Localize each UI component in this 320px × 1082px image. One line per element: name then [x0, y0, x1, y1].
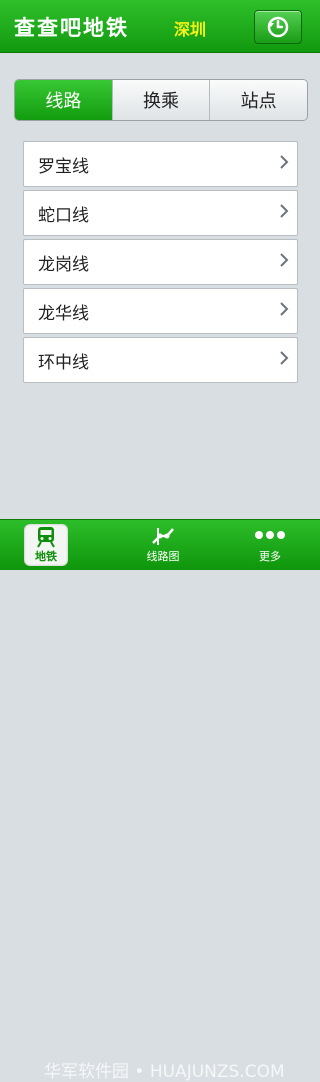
line-list: 罗宝线 蛇口线 龙岗线 龙华线 环中线 [23, 141, 298, 386]
tabbar-line-map-label: 线路图 [146, 550, 180, 563]
chevron-right-icon [280, 204, 289, 218]
tab-stations[interactable]: 站点 [209, 80, 307, 120]
more-dots-icon [255, 531, 285, 539]
tab-lines[interactable]: 线路 [15, 80, 112, 120]
line-map-icon [152, 528, 174, 545]
tabbar-metro-label: 地铁 [35, 550, 57, 563]
chevron-right-icon [280, 253, 289, 267]
watermark: 华军软件园 • HUAJUNZS.COM [44, 1062, 285, 1082]
line-item-longhua[interactable]: 龙华线 [23, 288, 298, 334]
chevron-right-icon [280, 351, 289, 365]
sync-button[interactable] [254, 10, 302, 44]
tab-transfer[interactable]: 换乘 [111, 80, 210, 120]
tabbar-more-label: 更多 [259, 550, 281, 563]
app-title: 查查吧地铁 [14, 16, 129, 40]
tabbar-metro[interactable]: 地铁 [24, 520, 68, 570]
chevron-right-icon [280, 155, 289, 169]
line-label: 罗宝线 [38, 156, 89, 177]
city-selector[interactable]: 深圳 [174, 16, 206, 40]
tabbar-line-map[interactable]: 线路图 [136, 520, 190, 570]
line-item-luobao[interactable]: 罗宝线 [23, 141, 298, 187]
line-item-longgang[interactable]: 龙岗线 [23, 239, 298, 285]
tabbar-more[interactable]: 更多 [244, 520, 296, 570]
segment-tabs: 线路 换乘 站点 [14, 79, 308, 121]
line-label: 环中线 [38, 352, 89, 373]
train-icon [37, 527, 55, 548]
bottom-tab-bar: 地铁 线路图 更多 华军软件园 • HUAJUNZS.COM [0, 519, 320, 1082]
line-label: 龙岗线 [38, 254, 89, 275]
line-label: 龙华线 [38, 303, 89, 324]
header-bar: 查查吧地铁 深圳 [0, 0, 320, 53]
chevron-right-icon [280, 302, 289, 316]
line-item-huanzhong[interactable]: 环中线 [23, 337, 298, 383]
line-item-shekou[interactable]: 蛇口线 [23, 190, 298, 236]
line-label: 蛇口线 [38, 205, 89, 226]
refresh-clock-icon [267, 16, 289, 38]
